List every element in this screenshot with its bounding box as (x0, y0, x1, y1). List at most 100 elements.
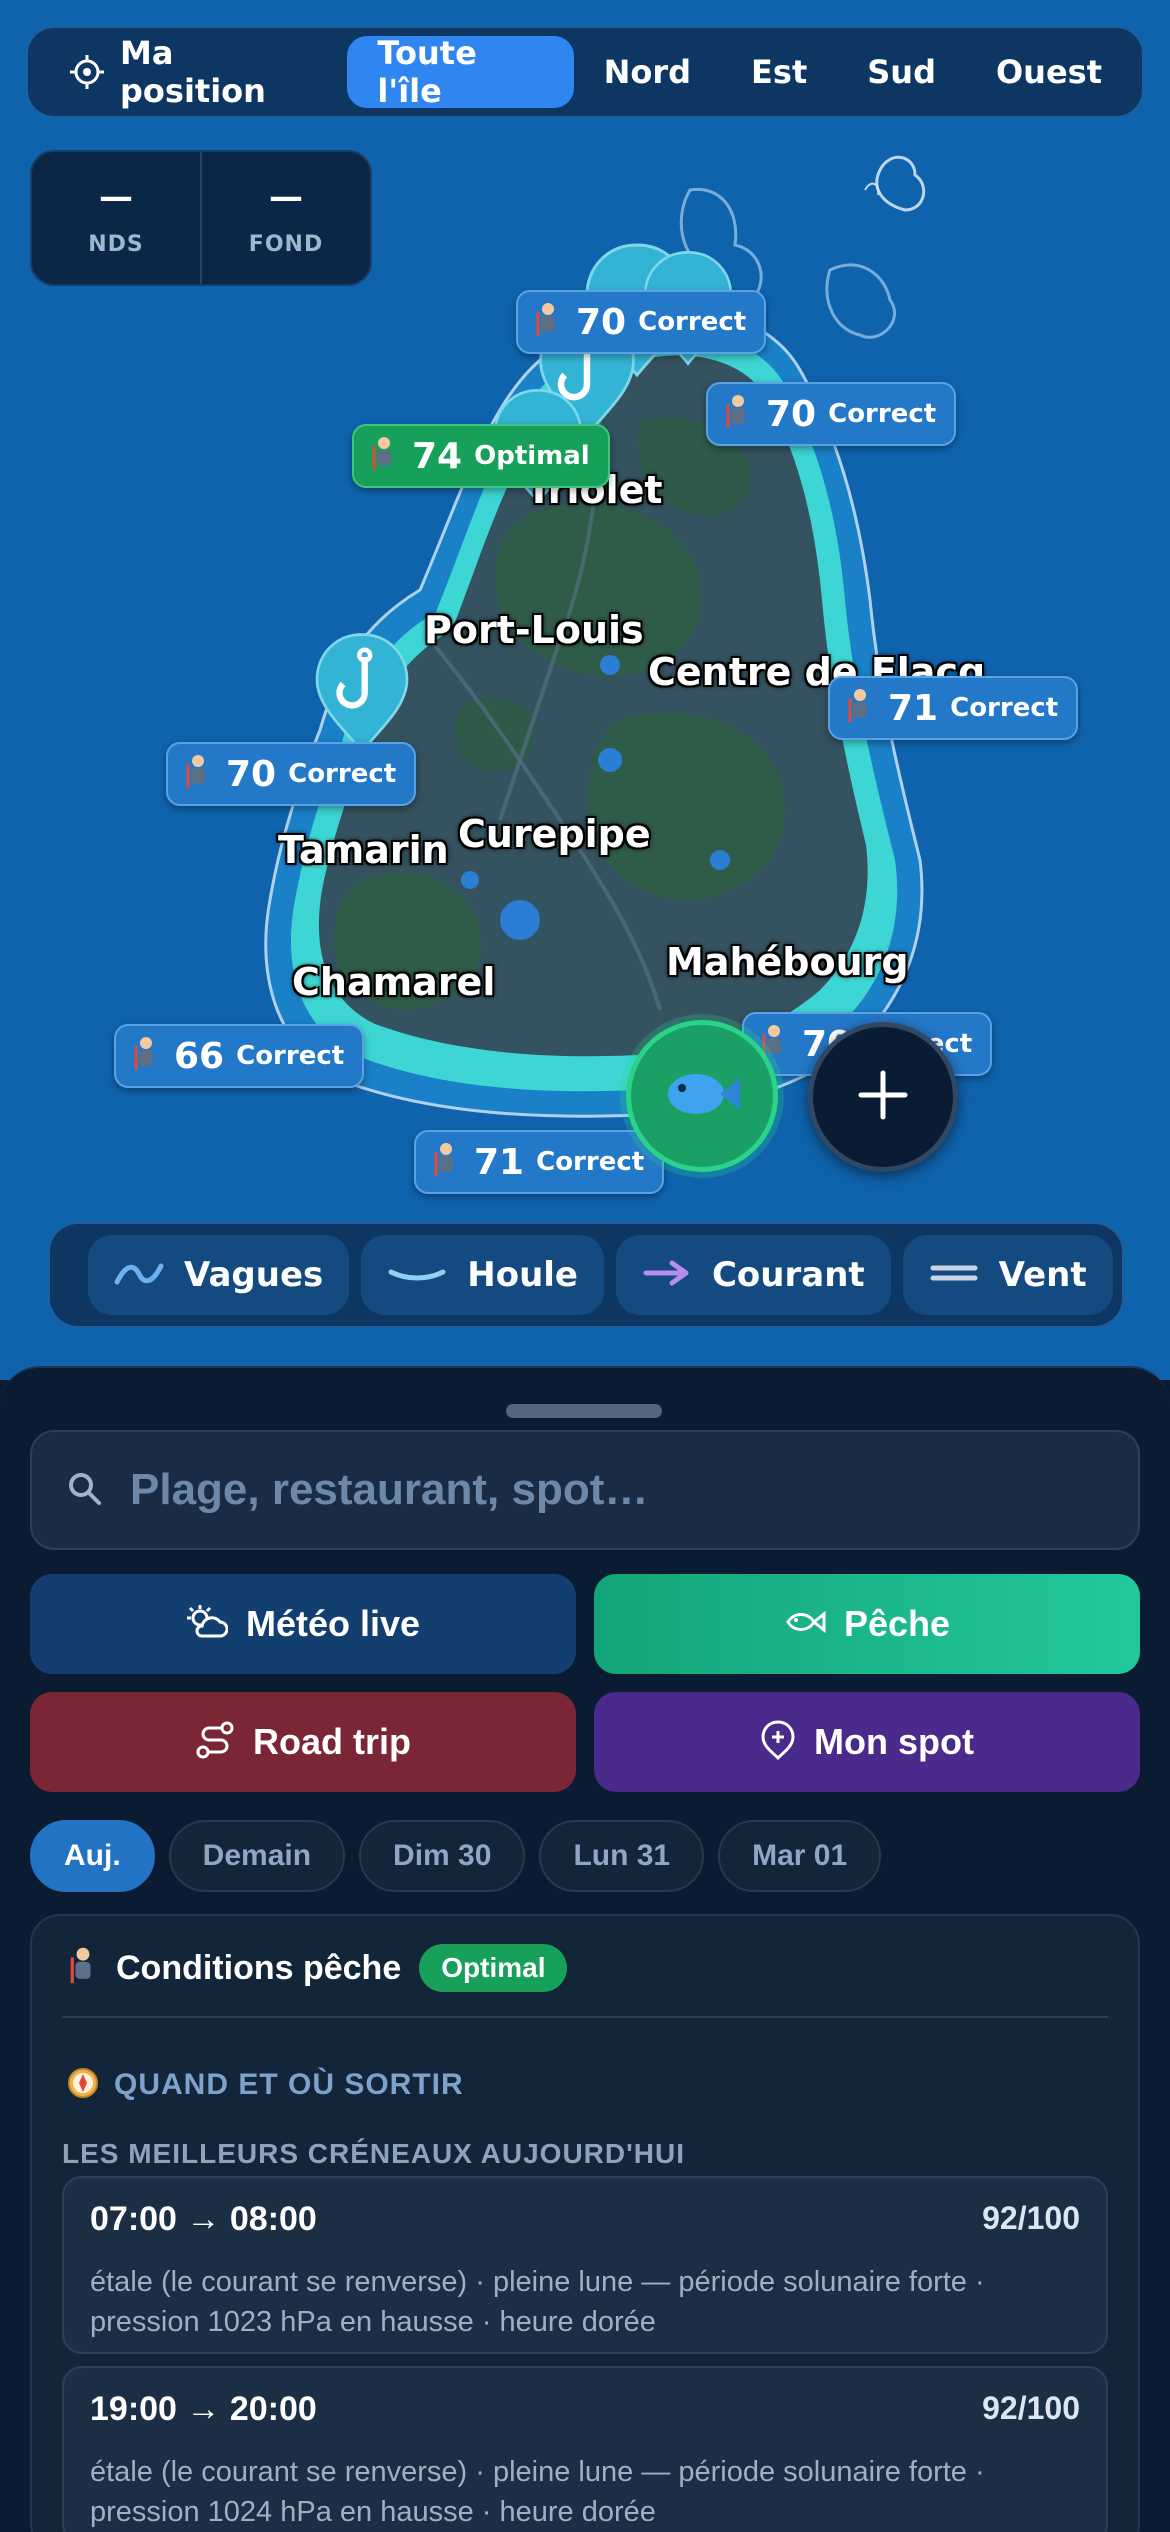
bottom-sheet: Météo live Pêche Road trip Mon spot Auj.… (0, 1366, 1170, 2532)
layer-houle-button[interactable]: Houle (361, 1235, 604, 1315)
spot-score: 74 (412, 435, 463, 477)
slot-time: 19:00 → 20:00 (90, 2390, 317, 2428)
swell-icon (387, 1258, 447, 1292)
fond-readout: — FOND (200, 152, 370, 284)
layer-courant-label: Courant (711, 1255, 865, 1295)
day-tab-dim-30[interactable]: Dim 30 (359, 1820, 526, 1892)
fisherman-icon (724, 394, 752, 434)
spot-score: 70 (576, 301, 627, 343)
nds-readout: — NDS (32, 152, 200, 284)
layer-vagues-button[interactable]: Vagues (88, 1235, 350, 1315)
road-trip-label: Road trip (253, 1721, 411, 1762)
nds-value: — (99, 176, 133, 217)
spot-badge[interactable]: 71 Correct (414, 1130, 665, 1194)
slot-score: 92/100 (982, 2200, 1080, 2236)
spot-badge-optimal[interactable]: 74 Optimal (352, 424, 610, 488)
spot-badge[interactable]: 70 Correct (706, 382, 957, 446)
slot-description: étale (le courant se renverse) · pleine … (90, 2456, 985, 2528)
sheet-grabber[interactable] (506, 1404, 662, 1418)
fisherman-icon (432, 1142, 460, 1182)
layer-vagues-label: Vagues (184, 1255, 324, 1295)
peche-label: Pêche (843, 1603, 951, 1644)
spot-score: 66 (174, 1035, 225, 1077)
day-tab-lun-31[interactable]: Lun 31 (539, 1820, 705, 1892)
spot-score: 71 (888, 687, 939, 729)
fishing-mode-button[interactable] (626, 1020, 778, 1172)
depth-readout: — NDS — FOND (30, 150, 372, 286)
spot-quality: Correct (828, 399, 937, 429)
divider (62, 2016, 1108, 2018)
meteo-live-label: Météo live (245, 1603, 421, 1644)
spot-badge[interactable]: 71 Correct (828, 676, 1079, 740)
tab-toute-l-ile[interactable]: Toute l'île (347, 34, 574, 110)
fish-icon (662, 1064, 742, 1128)
spot-quality: Correct (236, 1041, 345, 1071)
layer-vent-button[interactable]: Vent (902, 1235, 1113, 1315)
meteo-live-button[interactable]: Météo live (30, 1574, 576, 1674)
day-tab-tomorrow[interactable]: Demain (168, 1820, 346, 1892)
location-plus-icon (760, 1720, 796, 1764)
spot-quality: Optimal (474, 441, 590, 471)
day-tab-mar-01[interactable]: Mar 01 (718, 1820, 882, 1892)
layer-houle-label: Houle (467, 1255, 578, 1295)
peche-button[interactable]: Pêche (594, 1574, 1140, 1674)
spot-badge[interactable]: 70 Correct (166, 742, 417, 806)
tab-est[interactable]: Est (721, 36, 837, 108)
fond-value: — (269, 176, 303, 217)
card-title: Conditions pêche (116, 1948, 402, 1987)
search-input[interactable] (130, 1465, 1090, 1515)
fish-icon (784, 1608, 826, 1640)
road-trip-button[interactable]: Road trip (30, 1692, 576, 1792)
map-view[interactable]: Ma position Toute l'île Nord Est Sud Oue… (0, 0, 1170, 1380)
wave-icon (114, 1258, 164, 1292)
mon-spot-button[interactable]: Mon spot (594, 1692, 1140, 1792)
time-slot-card[interactable]: 07:00 → 08:00 92/100 étale (le courant s… (62, 2176, 1108, 2354)
region-filter-bar: Ma position Toute l'île Nord Est Sud Oue… (26, 26, 1144, 118)
weather-icon (186, 1604, 229, 1644)
fishing-pin-icon[interactable] (308, 630, 416, 756)
fisherman-icon (132, 1036, 160, 1076)
subsection-title: LES MEILLEURS CRÉNEAUX AUJOURD'HUI (62, 2138, 685, 2169)
route-icon (195, 1720, 235, 1764)
fisherman-icon (846, 688, 874, 728)
arrow-right-icon (642, 1258, 692, 1292)
fisherman-icon (184, 754, 212, 794)
time-slot-card[interactable]: 19:00 → 20:00 92/100 étale (le courant s… (62, 2366, 1108, 2532)
spot-quality: Correct (638, 307, 747, 337)
wind-icon (929, 1258, 979, 1292)
search-icon (66, 1470, 102, 1510)
tab-nord[interactable]: Nord (574, 36, 721, 108)
mon-spot-label: Mon spot (814, 1721, 974, 1762)
city-label-curepipe: Curepipe (458, 812, 651, 856)
spot-quality: Correct (288, 759, 397, 789)
crosshair-icon (68, 53, 106, 91)
slot-score: 92/100 (982, 2390, 1080, 2426)
spot-badge[interactable]: 66 Correct (114, 1024, 365, 1088)
spot-badge[interactable]: 70 Correct (516, 290, 767, 354)
layer-vent-label: Vent (998, 1255, 1087, 1295)
section-header: QUAND ET OÙ SORTIR (66, 2066, 464, 2104)
day-selector: Auj. Demain Dim 30 Lun 31 Mar 01 (30, 1820, 882, 1892)
spot-quality: Correct (536, 1147, 645, 1177)
city-label-tamarin: Tamarin (278, 828, 449, 872)
nds-label: NDS (88, 231, 144, 257)
card-header: Conditions pêche Optimal (68, 1944, 568, 1992)
add-button[interactable] (808, 1022, 958, 1172)
layer-courant-button[interactable]: Courant (615, 1235, 891, 1315)
section-title: QUAND ET OÙ SORTIR (114, 2068, 464, 2101)
my-position-button[interactable]: Ma position (38, 34, 347, 110)
slot-description: étale (le courant se renverse) · pleine … (90, 2266, 985, 2338)
search-bar[interactable] (30, 1430, 1140, 1550)
tab-sud[interactable]: Sud (837, 36, 966, 108)
spot-quality: Correct (950, 693, 1059, 723)
day-tab-today[interactable]: Auj. (30, 1820, 155, 1892)
city-label-mahebourg: Mahébourg (666, 940, 909, 984)
slot-time: 07:00 → 08:00 (90, 2200, 317, 2238)
tab-ouest[interactable]: Ouest (966, 36, 1132, 108)
map-layer-bar: Vagues Houle Courant Vent (48, 1222, 1124, 1328)
plus-icon (857, 1069, 909, 1125)
spot-score: 70 (226, 753, 277, 795)
fond-label: FOND (248, 231, 324, 257)
my-position-label: Ma position (120, 34, 266, 110)
spot-score: 71 (474, 1141, 525, 1183)
